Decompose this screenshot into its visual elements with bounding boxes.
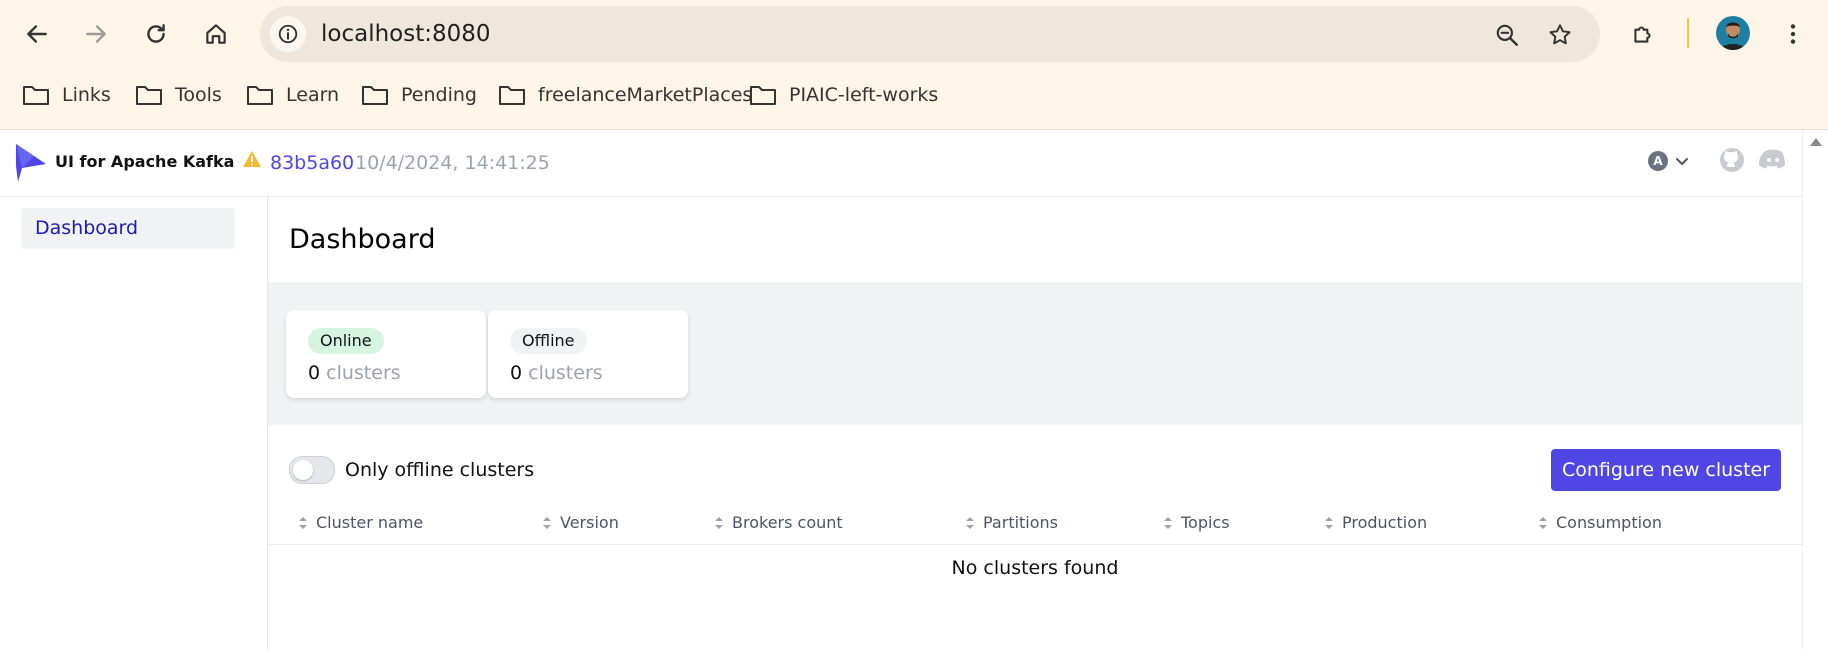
status-badge-offline: Offline — [510, 328, 587, 354]
column-header-partitions[interactable]: Partitions — [965, 513, 1058, 532]
extensions-button[interactable] — [1623, 14, 1663, 54]
column-header-consumption[interactable]: Consumption — [1538, 513, 1662, 532]
github-icon[interactable] — [1718, 146, 1746, 178]
toggle-knob — [293, 460, 313, 480]
user-avatar: A — [1648, 151, 1668, 171]
table-header-divider — [268, 544, 1802, 545]
online-count: 0 clusters — [308, 362, 401, 384]
star-icon[interactable] — [1545, 20, 1575, 50]
main-content: Dashboard Online 0 clusters Offline 0 cl… — [268, 197, 1802, 649]
sidebar-item-label: Dashboard — [35, 217, 139, 239]
toolbar-divider — [1687, 18, 1689, 48]
more-vertical-icon — [1790, 24, 1796, 44]
stat-card-online: Online 0 clusters — [286, 310, 486, 398]
arrow-right-icon — [86, 25, 106, 43]
url-text[interactable]: localhost:8080 — [321, 21, 491, 47]
bookmark-piaic-left-works[interactable]: PIAIC-left-works — [749, 80, 938, 110]
sidebar: Dashboard — [0, 197, 268, 649]
kafka-logo-icon[interactable] — [14, 142, 48, 186]
folder-icon — [247, 86, 273, 105]
puzzle-icon — [1634, 26, 1651, 43]
empty-state-message: No clusters found — [951, 557, 1119, 579]
build-date: 10/4/2024, 14:41:25 — [355, 152, 550, 174]
page-title: Dashboard — [289, 224, 436, 255]
profile-photo-icon — [1720, 22, 1746, 50]
home-icon — [206, 24, 226, 44]
browser-chrome: localhost:8080 Links Tools Learn Pending… — [0, 0, 1828, 130]
sort-icon — [1325, 516, 1333, 529]
page-scrollbar[interactable] — [1802, 130, 1828, 649]
offline-only-toggle[interactable] — [289, 456, 335, 484]
reload-button[interactable] — [136, 14, 176, 54]
folder-icon — [23, 86, 49, 105]
sort-icon — [715, 516, 723, 529]
column-header-topics[interactable]: Topics — [1163, 513, 1230, 532]
column-header-brokers-count[interactable]: Brokers count — [714, 513, 843, 532]
zoom-icon[interactable] — [1492, 20, 1522, 50]
arrow-left-icon — [27, 25, 47, 43]
warning-icon — [242, 150, 262, 172]
address-bar[interactable]: localhost:8080 — [260, 6, 1600, 62]
chevron-down-icon — [1676, 158, 1688, 165]
bookmark-tools[interactable]: Tools — [135, 80, 222, 110]
site-info-icon[interactable] — [270, 16, 306, 52]
profile-avatar[interactable] — [1716, 16, 1750, 50]
bookmark-links[interactable]: Links — [22, 80, 111, 110]
user-menu[interactable]: A — [1648, 151, 1690, 171]
app-header: UI for Apache Kafka 83b5a60 10/4/2024, 1… — [0, 130, 1802, 197]
discord-icon[interactable] — [1758, 146, 1788, 178]
sort-icon — [966, 516, 974, 529]
offline-count: 0 clusters — [510, 362, 603, 384]
folder-icon — [750, 86, 776, 105]
sort-icon — [1164, 516, 1172, 529]
bookmark-freelancemarketplaces[interactable]: freelanceMarketPlaces — [498, 80, 752, 110]
column-header-cluster-name[interactable]: Cluster name — [298, 513, 423, 532]
configure-new-cluster-button[interactable]: Configure new cluster — [1551, 449, 1781, 491]
folder-icon — [499, 86, 525, 105]
sort-icon — [299, 516, 307, 529]
back-button[interactable] — [17, 14, 57, 54]
status-badge-online: Online — [308, 328, 384, 354]
browser-menu-button[interactable] — [1773, 14, 1813, 54]
sort-icon — [543, 516, 551, 529]
commit-link[interactable]: 83b5a60 — [270, 152, 354, 174]
bookmark-pending[interactable]: Pending — [361, 80, 477, 110]
bookmark-learn[interactable]: Learn — [246, 80, 339, 110]
column-header-production[interactable]: Production — [1324, 513, 1427, 532]
scroll-up-arrow-icon[interactable] — [1810, 138, 1822, 146]
sort-icon — [1539, 516, 1547, 529]
column-header-version[interactable]: Version — [542, 513, 619, 532]
home-button[interactable] — [196, 14, 236, 54]
folder-icon — [362, 86, 388, 105]
sidebar-item-dashboard[interactable]: Dashboard — [21, 208, 235, 249]
reload-icon — [147, 24, 165, 43]
stat-card-offline: Offline 0 clusters — [488, 310, 688, 398]
folder-icon — [136, 86, 162, 105]
forward-button[interactable] — [76, 14, 116, 54]
app-title[interactable]: UI for Apache Kafka — [55, 152, 234, 171]
offline-only-label: Only offline clusters — [345, 459, 535, 481]
